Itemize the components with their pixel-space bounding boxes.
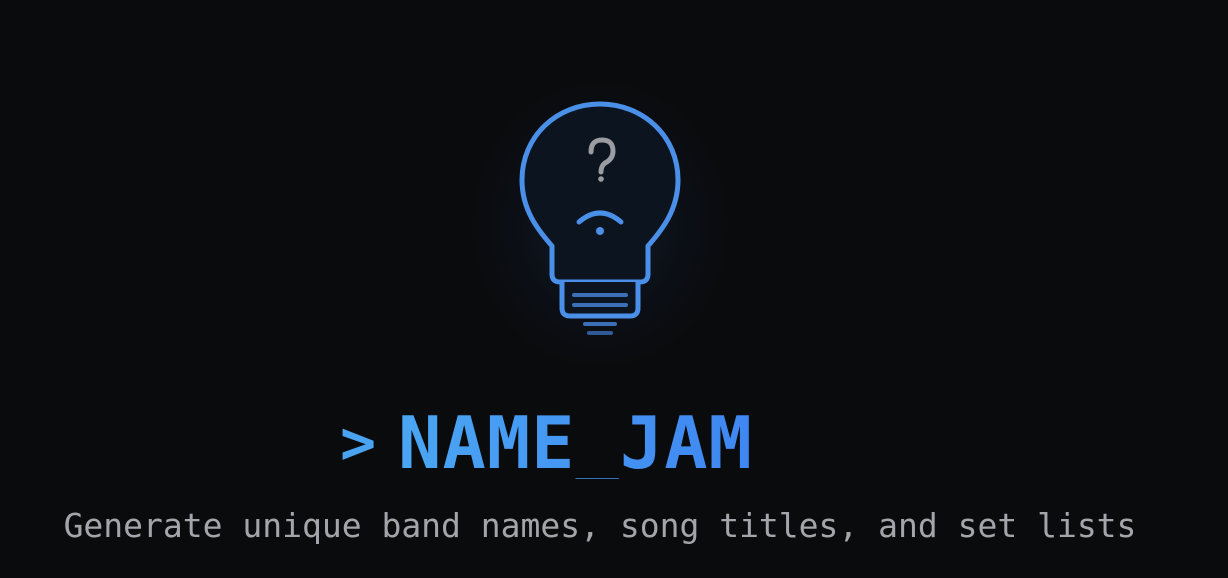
prompt-symbol: > [340, 408, 377, 478]
app-title: NAME_JAM [398, 401, 753, 485]
app-subtitle: Generate unique band names, song titles,… [63, 506, 1137, 545]
landing-page: > NAME_JAM Generate unique band names, s… [0, 0, 1228, 578]
app-title-row: > NAME_JAM [340, 398, 753, 488]
lightbulb-question-icon [519, 101, 681, 335]
